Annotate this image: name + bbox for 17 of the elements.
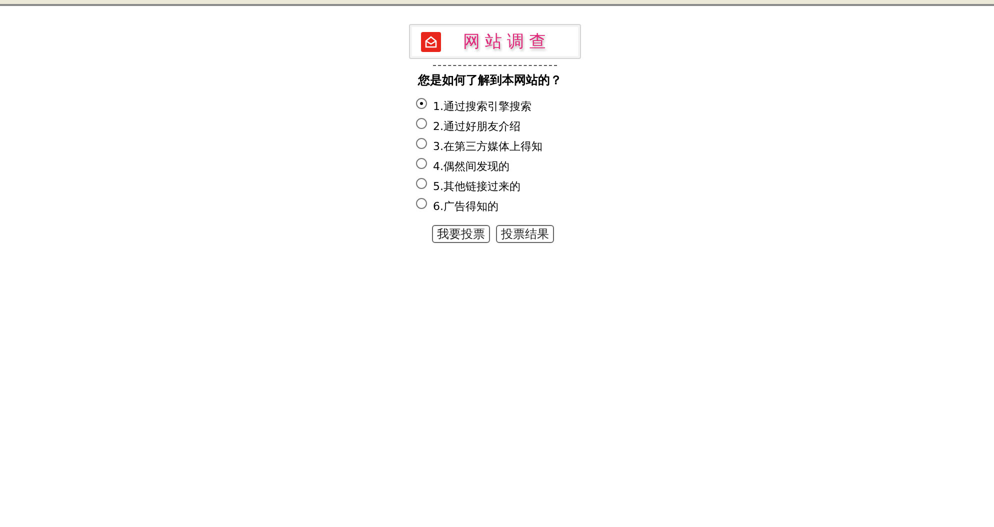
- radio-button[interactable]: [416, 178, 427, 188]
- survey-question: 您是如何了解到本网站的？: [418, 72, 562, 89]
- option-label[interactable]: 6.广告得知的: [416, 199, 542, 213]
- option-label[interactable]: 5.其他链接过来的: [416, 179, 542, 193]
- radio-button[interactable]: [416, 118, 427, 128]
- radio-button[interactable]: [416, 98, 427, 108]
- vote-button[interactable]: 我要投票: [432, 225, 490, 243]
- survey-title: 网站调查: [463, 31, 551, 53]
- envelope-icon: [421, 32, 441, 52]
- radio-button[interactable]: [416, 198, 427, 208]
- option-label[interactable]: 4.偶然间发现的: [416, 159, 542, 173]
- radio-button[interactable]: [416, 158, 427, 168]
- results-button[interactable]: 投票结果: [496, 225, 554, 243]
- radio-button[interactable]: [416, 138, 427, 148]
- option-label[interactable]: 3.在第三方媒体上得知: [416, 139, 542, 153]
- option-label[interactable]: 2.通过好朋友介绍: [416, 119, 542, 133]
- option-label[interactable]: 1.通过搜索引擎搜索: [416, 99, 542, 113]
